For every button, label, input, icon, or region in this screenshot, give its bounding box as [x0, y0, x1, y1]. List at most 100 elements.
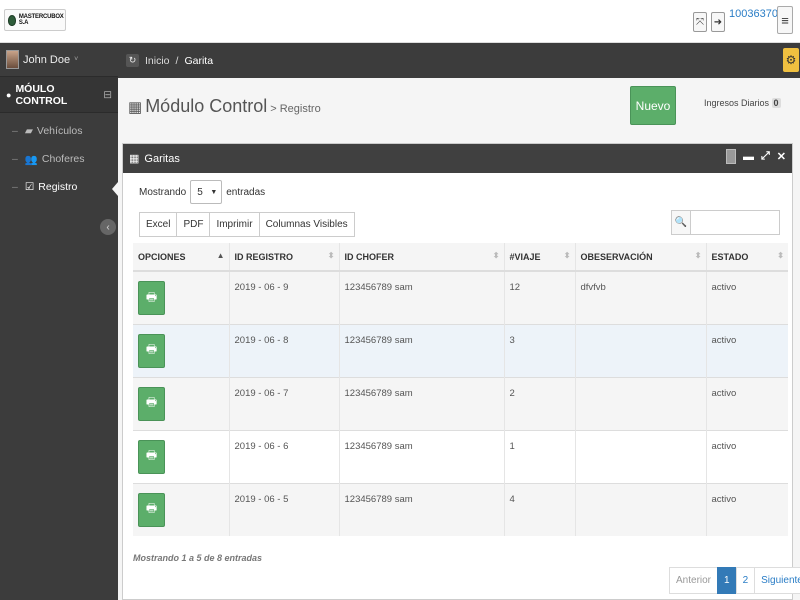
table-search: 🔍 [671, 210, 780, 235]
table-icon: ▦ [128, 99, 143, 116]
pagination-prev[interactable]: Anterior [669, 567, 718, 594]
menu-icon[interactable]: ≡ [777, 6, 793, 34]
cell-observacion: dfvfvb [574, 270, 706, 324]
breadcrumb-current: Garita [184, 54, 214, 67]
column-header-estado[interactable]: ESTADO ⬍ [705, 243, 788, 272]
expand-icon[interactable]: ⤢ [761, 150, 770, 163]
users-icon: 👥 [24, 153, 38, 166]
panel-title: Garitas [144, 152, 180, 165]
cell-estado: activo [705, 376, 788, 430]
sort-icon: ⬍ [694, 251, 702, 260]
garitas-panel: ▦ Garitas ▬ ⤢ ✕ Mostrando 5 ▼ entradas E… [122, 143, 800, 600]
sidebar-item-label: Choferes [41, 153, 85, 165]
cell-id-registro: 2019 - 06 - 9 [228, 270, 339, 324]
page-title-text: Módulo Control [145, 96, 268, 116]
pagination-next[interactable]: Siguiente [754, 567, 800, 594]
sidebar-item-choferes[interactable]: – 👥 Choferes [0, 145, 118, 173]
fullscreen-icon[interactable]: ⤧ [693, 12, 707, 32]
logout-icon[interactable]: ➜ [711, 12, 725, 32]
cell-viaje: 4 [503, 482, 575, 536]
close-icon[interactable]: ✕ [777, 150, 786, 163]
print-row-button[interactable]: 🖶 [138, 281, 165, 315]
table-info: Mostrando 1 a 5 de 8 entradas [133, 553, 263, 563]
cell-estado: activo [705, 323, 788, 377]
company-logo[interactable]: MASTERCUBOX S.A [4, 9, 66, 31]
page-length-control: Mostrando 5 ▼ entradas [139, 180, 265, 204]
page-title: ▦ Módulo Control > Registro [128, 96, 321, 117]
cell-estado: activo [705, 270, 788, 324]
cell-observacion [574, 376, 706, 430]
cell-id-chofer: 123456789 sam [338, 323, 504, 377]
search-icon: 🔍 [671, 210, 690, 235]
top-bar: MASTERCUBOX S.A ⤧ ➜ 1003637061 ≡ [0, 0, 800, 43]
sidebar-item-vehiculos[interactable]: – ▰ Vehículos [0, 117, 118, 145]
logo-shield-icon [8, 14, 16, 26]
print-icon: 🖶 [145, 289, 158, 304]
avatar [6, 50, 19, 69]
cell-id-chofer: 123456789 sam [338, 270, 504, 324]
user-menu[interactable]: John Doe ˅ [0, 43, 118, 77]
panel-tools: ▬ ⤢ ✕ [725, 149, 786, 164]
sidebar-section-title: MÓULO CONTROL [15, 82, 68, 107]
breadcrumb-home[interactable]: Inicio [145, 55, 170, 67]
new-button[interactable]: Nuevo [630, 86, 676, 125]
color-toggle-icon[interactable] [725, 149, 736, 164]
show-suffix: entradas [226, 186, 266, 198]
cell-id-chofer: 123456789 sam [338, 482, 504, 536]
print-row-button[interactable]: 🖶 [138, 333, 165, 368]
page-length-select[interactable]: 5 ▼ [190, 180, 223, 204]
cell-id-registro: 2019 - 06 - 7 [228, 376, 339, 430]
panel-header: ▦ Garitas ▬ ⤢ ✕ [123, 144, 792, 173]
page-subtitle: > Registro [270, 103, 321, 115]
cell-id-registro: 2019 - 06 - 8 [228, 323, 339, 377]
sort-icon: ⬍ [563, 251, 571, 260]
refresh-icon[interactable]: ↻ [126, 54, 139, 67]
sort-icon: ⬍ [777, 251, 784, 260]
table-row: 🖶 2019 - 06 - 8 123456789 sam 3 activo [133, 323, 788, 377]
print-row-button[interactable]: 🖶 [138, 386, 165, 421]
cell-observacion [574, 323, 706, 377]
column-header-opciones[interactable]: OPCIONES ▲ [133, 243, 229, 272]
sort-asc-icon: ▲ [216, 251, 225, 260]
visible-columns-button[interactable]: Columnas Visibles [258, 212, 355, 237]
caret-down-icon: ▼ [210, 188, 218, 196]
cell-viaje: 12 [503, 270, 575, 324]
pagination-page-1[interactable]: 1 [717, 567, 736, 594]
minimize-icon[interactable]: ▬ [743, 151, 754, 163]
search-input[interactable] [690, 210, 780, 235]
print-icon: 🖶 [145, 395, 158, 409]
print-icon: 🖶 [145, 501, 158, 515]
cell-viaje: 2 [503, 376, 575, 430]
column-header-observacion[interactable]: OBESERVACIÓN ⬍ [574, 243, 706, 272]
column-header-viaje[interactable]: #VIAJE ⬍ [503, 243, 575, 272]
table-row: 🖶 2019 - 06 - 6 123456789 sam 1 activo [133, 429, 788, 483]
sort-icon: ⬍ [492, 251, 500, 260]
pdf-button[interactable]: PDF [176, 212, 210, 237]
sidebar: John Doe ˅ ● MÓULO CONTROL ⊟ – ▰ Vehícul… [0, 43, 118, 600]
collapse-section-icon[interactable]: ⊟ [103, 89, 112, 101]
table-row: 🖶 2019 - 06 - 9 123456789 sam 12 dfvfvb … [133, 270, 788, 324]
cell-estado: activo [705, 482, 788, 536]
print-row-button[interactable]: 🖶 [138, 492, 165, 527]
print-row-button[interactable]: 🖶 [138, 439, 165, 474]
sidebar-collapse-icon[interactable]: ‹ [100, 219, 116, 235]
show-prefix: Mostrando [139, 186, 187, 198]
export-buttons: Excel PDF Imprimir Columnas Visibles [139, 212, 355, 237]
column-header-id-chofer[interactable]: ID CHOFER ⬍ [338, 243, 504, 272]
column-header-id-registro[interactable]: ID REGISTRO ⬍ [228, 243, 339, 272]
pagination-page-2[interactable]: 2 [735, 567, 755, 594]
daily-entries-label: Ingresos Diarios [704, 98, 770, 108]
sidebar-item-label: Registro [38, 181, 78, 193]
logo-text: MASTERCUBOX S.A [18, 14, 64, 26]
excel-button[interactable]: Excel [139, 212, 177, 237]
table-header-row: OPCIONES ▲ ID REGISTRO ⬍ ID CHOFER ⬍ #VIAJE… [133, 243, 788, 272]
breadcrumb: ↻ Inicio / Garita ⚙ [118, 43, 800, 78]
sidebar-section-control[interactable]: ● MÓULO CONTROL ⊟ [0, 77, 118, 113]
records-table: OPCIONES ▲ ID REGISTRO ⬍ ID CHOFER ⬍ #VIAJE… [133, 243, 788, 536]
user-name: John Doe [23, 53, 71, 66]
pagination: Anterior 1 2 Siguiente [669, 567, 800, 594]
breadcrumb-separator: / [175, 54, 179, 67]
sidebar-item-registro[interactable]: – ☑ Registro [0, 173, 118, 201]
print-button[interactable]: Imprimir [209, 212, 259, 237]
gear-icon[interactable]: ⚙ [783, 48, 799, 72]
